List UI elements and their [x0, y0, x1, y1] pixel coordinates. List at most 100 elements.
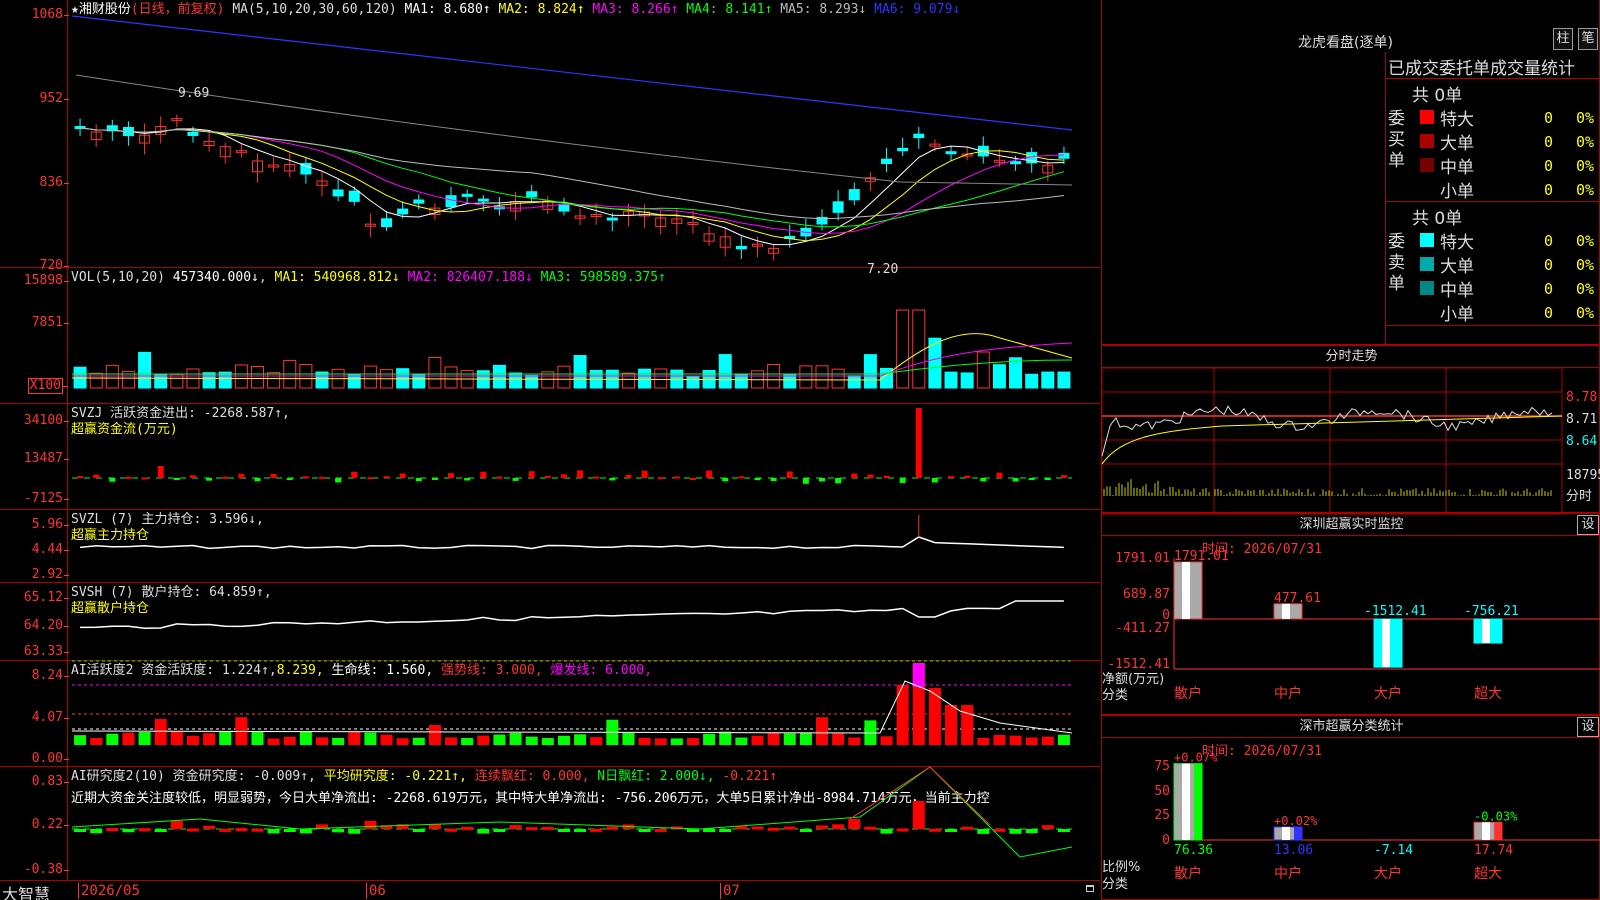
ai-activity-panel[interactable]: 8.24 4.07 0.00 AI活跃度2 资金活跃度: 1.224↑,8.23… — [0, 660, 1100, 767]
flow-bar — [673, 476, 680, 479]
cls-ratio: -7.14 — [1374, 843, 1413, 858]
activity-bar — [1057, 734, 1070, 745]
activity-bar — [283, 736, 296, 745]
activity-bar — [719, 731, 732, 745]
price-line — [1101, 405, 1553, 457]
activity-bar — [461, 738, 474, 745]
volume-chart[interactable] — [0, 268, 1100, 404]
volume-bar — [847, 375, 861, 389]
cls-bar-shine — [1482, 822, 1490, 840]
cls-bar-shine — [1182, 763, 1190, 840]
research-bar — [170, 821, 183, 829]
sell-volume: 0 — [1544, 256, 1554, 274]
activity-bar — [106, 733, 119, 745]
lock-icon[interactable] — [1086, 885, 1094, 892]
volume-bar — [815, 365, 829, 389]
candle-down — [413, 199, 425, 204]
flow-bar — [915, 408, 922, 478]
research-bar — [477, 829, 490, 834]
research-bar — [219, 828, 232, 832]
flow-bar — [819, 478, 825, 482]
buy-volume: 0 — [1544, 109, 1554, 127]
volume-bar — [138, 351, 152, 389]
flow-bar — [593, 476, 600, 479]
research-bar — [864, 826, 877, 830]
flow-bar — [1060, 475, 1067, 478]
volume-bar — [1057, 371, 1071, 389]
sz-axis-tick: 689.87 — [1123, 587, 1170, 602]
cls-category: 中户 — [1274, 865, 1302, 882]
svzl-chart[interactable] — [0, 510, 1100, 583]
flow-bar — [754, 478, 761, 481]
sell-percent: 0% — [1576, 256, 1595, 274]
intraday-panel[interactable]: 分时走势 8.78 8.71 8.64 18795 分时 — [1101, 345, 1600, 515]
sell-volume: 0 — [1544, 304, 1554, 322]
volume-bar — [218, 371, 232, 389]
flow-bar — [125, 476, 132, 479]
retail-line — [80, 600, 1064, 630]
flow-bar — [335, 478, 342, 483]
svzj-chart[interactable] — [0, 404, 1100, 510]
activity-bar — [299, 731, 312, 745]
volume-bar — [1025, 373, 1039, 389]
ai-activity-chart[interactable] — [0, 660, 1100, 767]
svzl-panel[interactable]: 5.96 4.44 2.92 SVZL (7) 主力持仓: 3.596↓, 超赢… — [0, 510, 1100, 583]
svzj-panel[interactable]: 34100 13487 -7125 SVZJ 活跃资金进出: -2268.587… — [0, 404, 1100, 510]
sz-monitor-chart: 1791.01689.870-411.27-1512.411791.01散户47… — [1107, 549, 1600, 702]
svsh-chart[interactable] — [0, 583, 1100, 661]
cls-change: +0.07% — [1174, 751, 1218, 765]
vol-ma2 — [72, 342, 1073, 377]
buy-percent: 0% — [1576, 109, 1595, 127]
volume-bar — [654, 368, 668, 389]
candle-down — [735, 245, 747, 250]
flow-bar — [722, 478, 729, 482]
svsh-panel[interactable]: 65.12 64.20 63.33 SVSH (7) 散户持仓: 64.859↑… — [0, 583, 1100, 661]
sell-row: 特大 0 0% — [1416, 228, 1600, 253]
research-bar — [1009, 829, 1022, 834]
activity-bar — [557, 735, 570, 745]
activity-bar — [1009, 735, 1022, 745]
column-mode-button[interactable]: 柱 — [1553, 28, 1573, 50]
research-bar — [348, 829, 361, 834]
sz-bar-value: 477.61 — [1274, 591, 1321, 606]
sell-type: 特大 — [1440, 233, 1474, 253]
sell-type: 小单 — [1440, 305, 1474, 325]
lh-title: 龙虎看盘(逐单) — [1298, 35, 1393, 51]
sell-percent: 0% — [1576, 304, 1595, 322]
activity-bar — [751, 735, 764, 745]
price-panel[interactable]: 1068 952 836 720 ★湘财股份(日线，前复权) MA(5,10,2… — [0, 0, 1100, 277]
research-bar — [138, 828, 151, 832]
sz-monitor-panel[interactable]: 深圳超赢实时监控设 时间: 2026/07/31 1791.01 689.87 0-… — [1101, 513, 1600, 715]
stat-box: 已成交委托单成交量统计 委买单 共 0单 特大 0 0% 大单 0 0% 中单 0 0% 小单 0 0… — [1385, 52, 1600, 345]
ai-research-chart[interactable] — [0, 766, 1100, 880]
cls-change: -0.03% — [1474, 809, 1518, 823]
ai-research-panel[interactable]: 0.83 0.22 -0.38 AI研究度2(10) 资金研究度: -0.009… — [0, 766, 1100, 880]
buy-volume: 0 — [1544, 157, 1554, 175]
candlestick-chart[interactable] — [0, 0, 1100, 268]
activity-bar — [1041, 736, 1054, 745]
tick-mode-button[interactable]: 笔 — [1578, 28, 1598, 50]
research-bar — [541, 826, 554, 830]
research-bar — [880, 829, 893, 834]
brand-logo[interactable]: 大智慧 — [2, 881, 50, 900]
buy-type: 大单 — [1440, 134, 1474, 154]
stat-title: 已成交委托单成交量统计 — [1388, 59, 1575, 79]
color-swatch-icon — [1420, 134, 1434, 148]
candle-down — [187, 131, 199, 136]
research-bar — [186, 828, 199, 832]
research-bar — [332, 829, 345, 833]
volume-panel[interactable]: 15898 7851 X100 VOL(5,10,20) 457340.000↓… — [0, 268, 1100, 404]
flow-bar — [254, 478, 261, 482]
intraday-chart[interactable] — [1101, 346, 1600, 515]
sell-side-label: 委卖单 — [1388, 232, 1405, 294]
buy-row: 中单 0 0% — [1416, 153, 1600, 178]
activity-bar — [154, 718, 167, 745]
research-bar — [751, 826, 764, 830]
sz-bar-shine — [1382, 619, 1390, 668]
sz-class-panel[interactable]: 深市超赢分类统计设 时间: 2026/07/31 75 50 25 0 +0.07% 76… — [1101, 715, 1600, 900]
volume-bar — [509, 372, 523, 389]
activity-bar — [961, 705, 974, 745]
date-label: 07 — [720, 883, 740, 899]
sell-type: 大单 — [1440, 257, 1474, 277]
activity-bar — [848, 737, 861, 745]
